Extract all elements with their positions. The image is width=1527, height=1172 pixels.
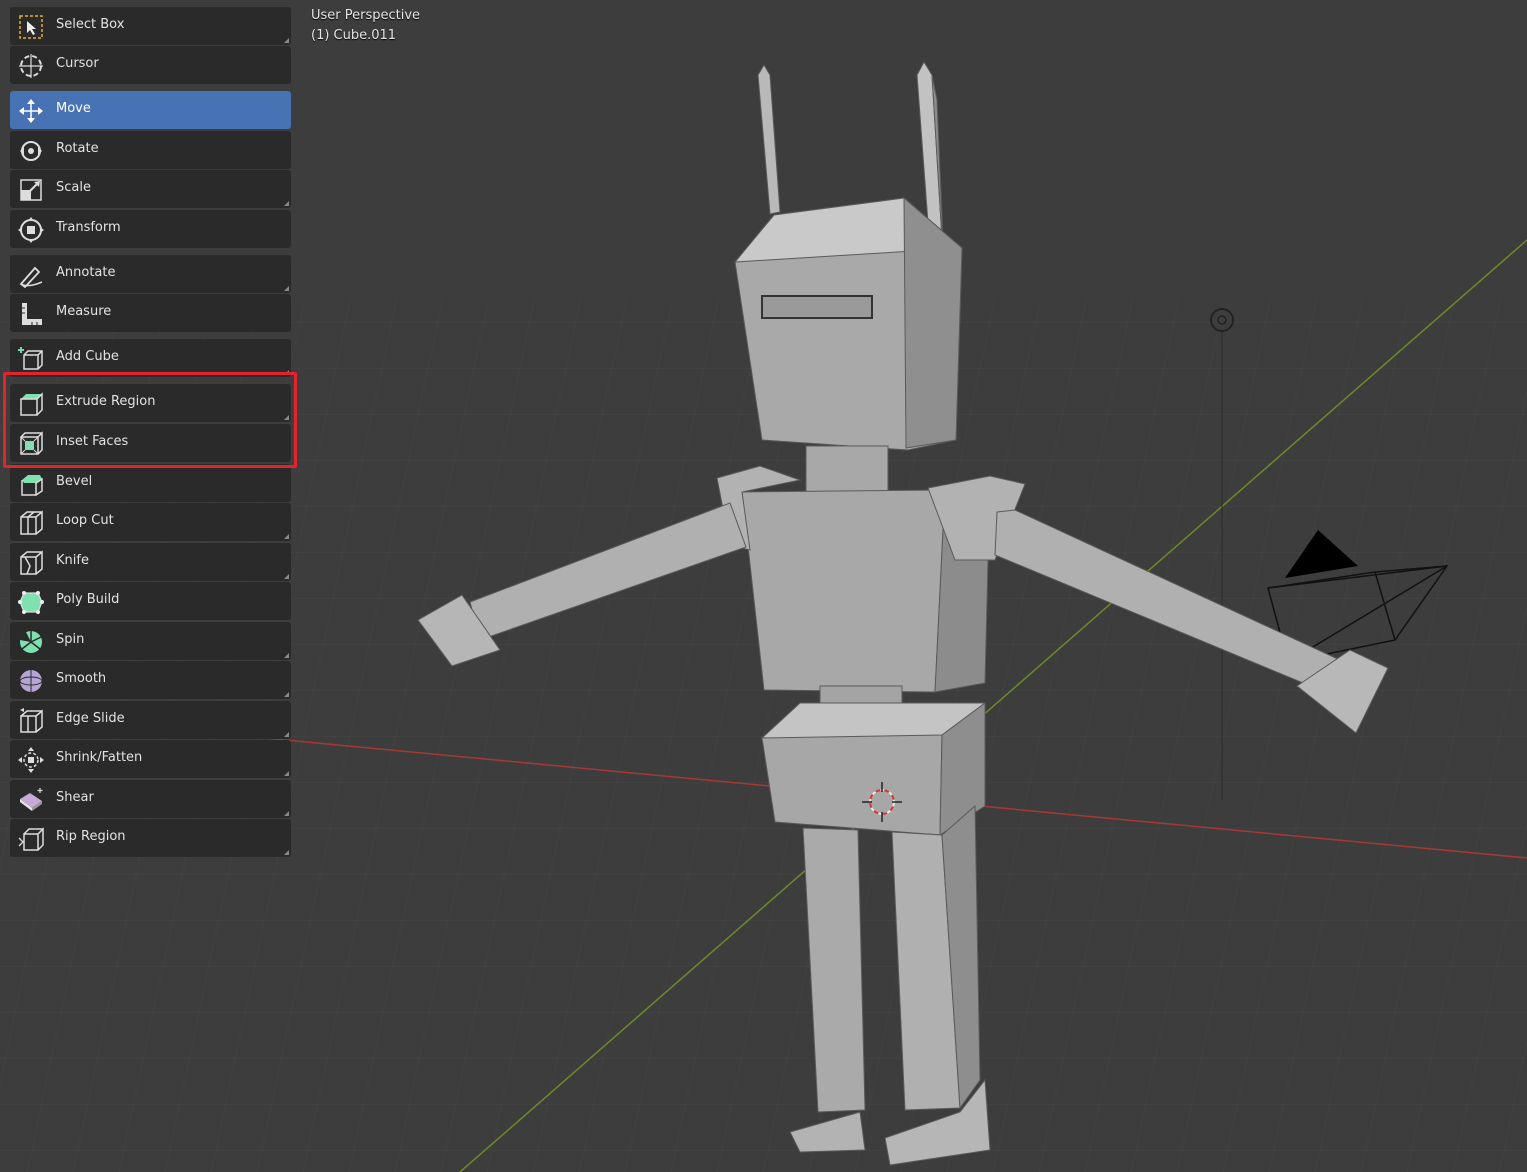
submenu-indicator [284,692,289,697]
rotate-icon [16,136,45,165]
tool-label: Move [56,101,91,116]
tool-shear[interactable]: Shear [10,780,291,818]
tool-label: Knife [56,553,89,568]
tool-label: Smooth [56,671,107,686]
tool-select-box[interactable]: Select Box [10,7,291,45]
tool-measure[interactable]: Measure [10,294,291,332]
tool-label: Bevel [56,474,93,489]
knife-icon [16,548,45,577]
tool-spin[interactable]: Spin [10,622,291,660]
tool-poly-build[interactable]: Poly Build [10,582,291,620]
tool-shrink-fatten[interactable]: Shrink/Fatten [10,740,291,778]
rip-region-icon [16,824,45,853]
tool-label: Cursor [56,56,99,71]
tool-label: Scale [56,180,91,195]
tool-label: Rip Region [56,829,126,844]
tool-annotate[interactable]: Annotate [10,255,291,293]
submenu-indicator [284,574,289,579]
measure-icon [16,299,45,328]
tool-bevel[interactable]: Bevel [10,464,291,502]
select-box-icon [16,12,45,41]
tool-label: Inset Faces [56,434,129,449]
annotate-icon [16,260,45,289]
tool-transform[interactable]: Transform [10,210,291,248]
extrude-region-icon [16,389,45,418]
submenu-indicator [284,653,289,658]
submenu-indicator [284,201,289,206]
transform-icon [16,215,45,244]
tool-knife[interactable]: Knife [10,543,291,581]
tool-label: Transform [56,220,121,235]
tool-inset-faces[interactable]: Inset Faces [10,424,291,462]
shrink-fatten-icon [16,745,45,774]
tool-label: Select Box [56,17,125,32]
submenu-indicator [284,850,289,855]
tool-label: Extrude Region [56,394,156,409]
submenu-indicator [284,732,289,737]
submenu-indicator [284,811,289,816]
view-perspective-label: User Perspective [311,8,421,23]
move-icon [16,96,45,125]
tool-label: Loop Cut [56,513,114,528]
tool-label: Shear [56,790,94,805]
tool-label: Add Cube [56,349,119,364]
tool-rotate[interactable]: Rotate [10,131,291,169]
tool-label: Rotate [56,141,99,156]
inset-faces-icon [16,429,45,458]
smooth-icon [16,666,45,695]
submenu-indicator [284,38,289,43]
tool-add-cube[interactable]: Add Cube [10,339,291,377]
tool-edge-slide[interactable]: Edge Slide [10,701,291,739]
submenu-indicator [284,771,289,776]
scale-icon [16,175,45,204]
submenu-indicator [284,370,289,375]
tool-label: Measure [56,304,112,319]
tool-label: Annotate [56,265,116,280]
tool-label: Shrink/Fatten [56,750,143,765]
tool-cursor[interactable]: Cursor [10,46,291,84]
loop-cut-icon [16,508,45,537]
submenu-indicator [284,286,289,291]
add-cube-icon [16,344,45,373]
tool-move[interactable]: Move [10,91,291,129]
tool-scale[interactable]: Scale [10,170,291,208]
shear-icon [16,785,45,814]
spin-icon [16,627,45,656]
edge-slide-icon [16,706,45,735]
tool-extrude-region[interactable]: Extrude Region [10,384,291,422]
bevel-icon [16,469,45,498]
tool-label: Poly Build [56,592,120,607]
tool-label: Spin [56,632,85,647]
cursor-icon [16,51,45,80]
tool-loop-cut[interactable]: Loop Cut [10,503,291,541]
tool-label: Edge Slide [56,711,125,726]
tool-smooth[interactable]: Smooth [10,661,291,699]
tool-shelf: Select Box Cursor Move Rotate Scale Tran… [0,0,300,1172]
submenu-indicator [284,415,289,420]
poly-build-icon [16,587,45,616]
tool-rip-region[interactable]: Rip Region [10,819,291,857]
submenu-indicator [284,534,289,539]
active-object-label: (1) Cube.011 [311,28,397,43]
